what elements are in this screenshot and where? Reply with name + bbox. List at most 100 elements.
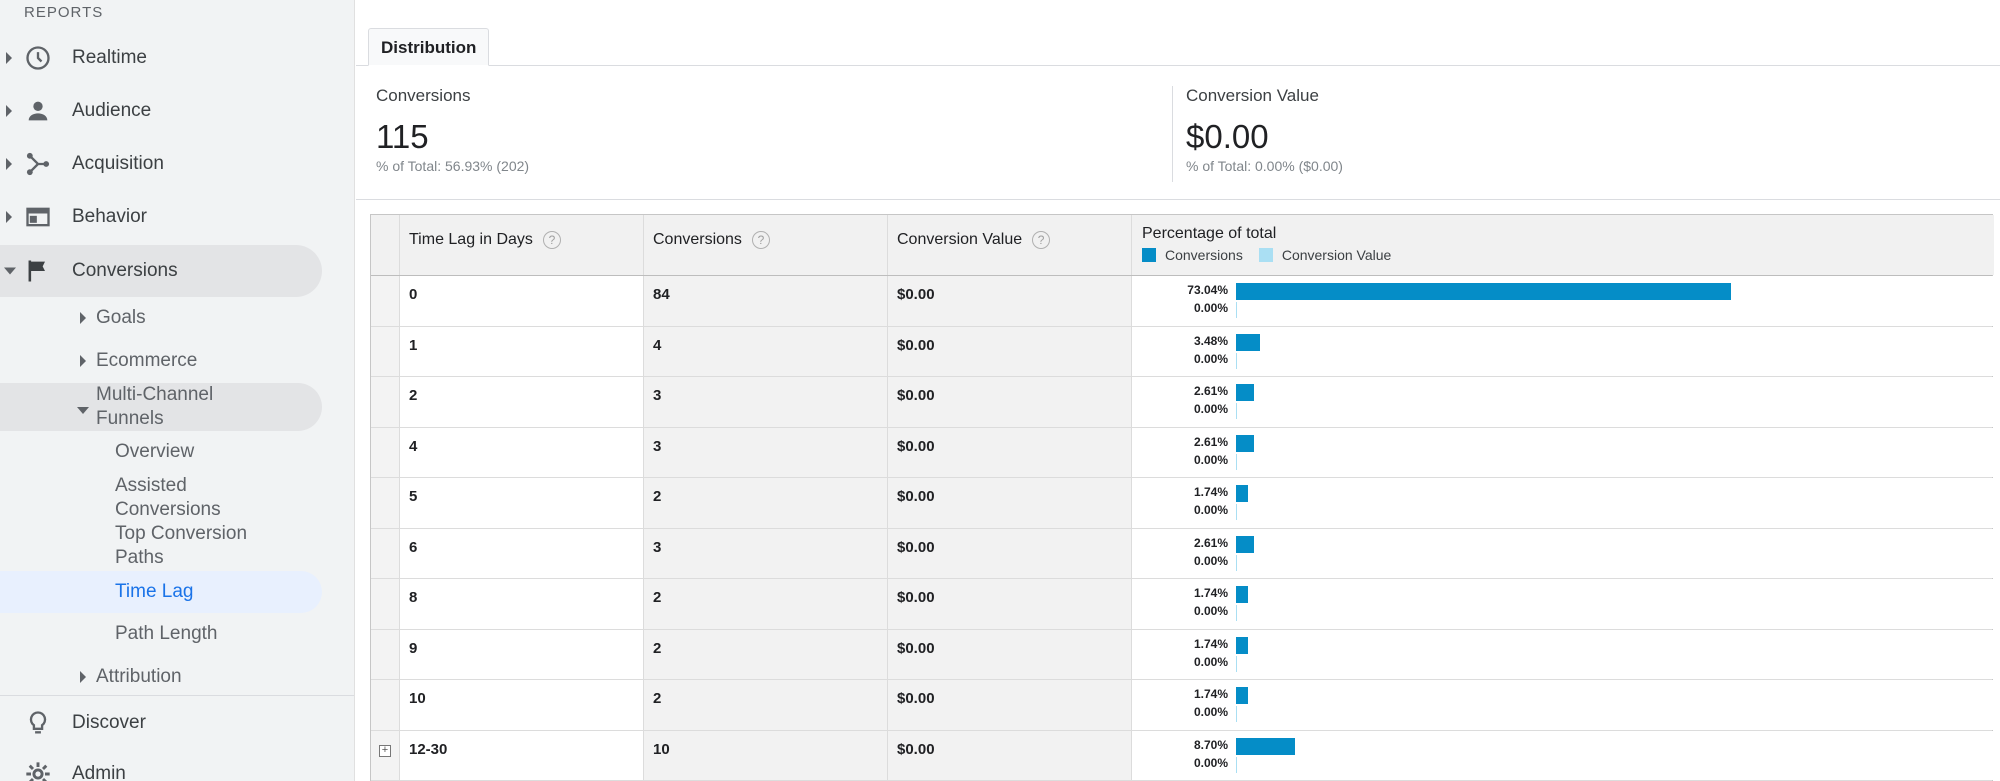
nav-label: Acquisition: [72, 153, 164, 174]
conversion-value-value: $0.00: [897, 639, 935, 657]
reports-section-header: REPORTS: [24, 4, 104, 21]
nav-label: Audience: [72, 100, 152, 121]
pct-conversions-label: 2.61%: [1193, 535, 1228, 550]
conversions-bar: [1236, 535, 1254, 553]
flag-icon: [28, 260, 45, 282]
cell-conversion-value: $0.00: [888, 680, 1132, 730]
legend: Conversions Conversion Value: [1142, 247, 1407, 263]
nav-time-lag[interactable]: Time Lag: [0, 571, 322, 613]
nav-label: Discover: [72, 712, 146, 733]
conversions-bar: [1236, 485, 1248, 502]
summary-panel: Conversions 115 % of Total: 56.93% (202)…: [356, 66, 2000, 200]
nav-discover[interactable]: Discover: [0, 698, 354, 748]
conversions-bar: [1236, 333, 1260, 351]
nav-admin[interactable]: Admin: [0, 749, 354, 781]
metric-label: Conversions: [376, 86, 471, 105]
conversion-value-bar: [1236, 605, 1237, 621]
pct-conversions-label: 2.61%: [1193, 384, 1228, 398]
table-row: 8 2 $0.00 1.74% 0.00%: [371, 579, 1994, 630]
table-row: 5 2 $0.00 1.74% 0.00%: [371, 478, 1994, 529]
cell-conversions: 2: [644, 680, 888, 730]
conversion-value-bar: [1236, 655, 1237, 672]
nav-label: Attribution: [96, 666, 182, 687]
header-label: Conversions: [653, 231, 742, 248]
cell-percentage: 1.74% 0.00%: [1132, 629, 1994, 679]
conversions-value: 84: [653, 286, 670, 303]
expand-caret-icon: [6, 158, 12, 170]
legend-label: Conversion Value: [1281, 247, 1392, 263]
help-icon[interactable]: ?: [751, 231, 770, 249]
nav-assisted-conversions[interactable]: Assisted Conversions: [115, 474, 255, 522]
header-time-lag[interactable]: Time Lag in Days?: [400, 215, 644, 275]
expand-caret-icon: [6, 105, 12, 117]
conversion-value-value: $0.00: [897, 488, 935, 505]
header-percentage: Percentage of total Conversions Conversi…: [1132, 215, 1994, 275]
gear-icon: [26, 762, 50, 781]
conversion-value-value: $0.00: [897, 589, 935, 606]
cell-percentage: 2.61% 0.00%: [1132, 427, 1994, 477]
cell-time-lag: 10: [400, 680, 644, 730]
expand-caret-icon: [80, 355, 86, 367]
expand-caret-icon: [80, 671, 86, 683]
conversions-value: 4: [653, 336, 662, 354]
cell-percentage: 1.74% 0.00%: [1132, 478, 1994, 528]
cell-conversions: 3: [644, 528, 888, 578]
conversions-value: 2: [653, 589, 662, 606]
conversions-value: 2: [653, 690, 662, 707]
collapse-caret-icon: [77, 407, 89, 414]
cell-time-lag: 6: [400, 528, 644, 578]
metric-conversions: Conversions 115 % of Total: 56.93% (202): [376, 86, 529, 174]
time-lag-value: 9: [409, 639, 418, 657]
expand-caret-icon: [6, 211, 12, 223]
cell-percentage: 73.04% 0.00%: [1132, 276, 1994, 326]
cell-time-lag: 4: [400, 427, 644, 477]
nav-label: Goals: [96, 307, 146, 328]
conversion-value-value: $0.00: [897, 387, 935, 404]
header-conversion-value[interactable]: Conversion Value?: [888, 215, 1132, 275]
nav-audience[interactable]: Audience: [0, 86, 354, 136]
nav-path-length[interactable]: Path Length: [115, 622, 325, 646]
collapse-caret-icon: [4, 267, 16, 275]
metric-conversion-value: Conversion Value $0.00 % of Total: 0.00%…: [1186, 86, 1343, 174]
cell-percentage: 1.74% 0.00%: [1132, 579, 1994, 629]
pct-value-label: 0.00%: [1193, 755, 1228, 770]
metric-divider: [1172, 86, 1173, 182]
conversion-value-value: $0.00: [897, 286, 935, 303]
conversions-value: 3: [653, 437, 662, 455]
time-lag-value: 12-30: [409, 740, 448, 758]
nav-top-conversion-paths[interactable]: Top Conversion Paths: [115, 522, 265, 570]
tab-distribution[interactable]: Distribution: [368, 28, 490, 66]
row-expand-cell: [371, 629, 400, 679]
cell-conversions: 2: [644, 478, 888, 528]
nav-conversions[interactable]: Conversions: [0, 245, 322, 297]
expand-row-icon[interactable]: +: [379, 744, 391, 757]
conversion-value-bar: [1236, 504, 1237, 520]
nav-goals[interactable]: Goals: [0, 306, 322, 330]
help-icon[interactable]: ?: [542, 231, 561, 249]
nav-multi-channel-funnels[interactable]: Multi-Channel Funnels: [0, 383, 322, 431]
legend-swatch: [1258, 248, 1273, 262]
cell-conversion-value: $0.00: [888, 579, 1132, 629]
conversion-value-bar: [1236, 554, 1237, 571]
table-row: +12-30 10 $0.00 8.70% 0.00%: [371, 730, 1994, 781]
nav-realtime[interactable]: Realtime: [0, 33, 354, 83]
nav-ecommerce[interactable]: Ecommerce: [0, 349, 322, 373]
pct-conversions-label: 1.74%: [1193, 485, 1228, 499]
nav-overview[interactable]: Overview: [115, 440, 325, 464]
table-body: 0 84 $0.00 73.04% 0.00% 1 4 $0.00 3.48% 0.00% 2 3 $0…: [371, 276, 1994, 781]
conversion-value-bar: [1236, 352, 1237, 369]
metric-value: 115: [376, 118, 429, 155]
nav-behavior[interactable]: Behavior: [0, 192, 354, 242]
cell-conversion-value: $0.00: [888, 377, 1132, 427]
help-icon[interactable]: ?: [1032, 231, 1051, 249]
conversions-bar: [1236, 586, 1248, 603]
main-content: Distribution Conversions 115 % of Total:…: [356, 0, 2000, 781]
nav-attribution[interactable]: Attribution: [0, 665, 322, 689]
pct-conversions-label: 1.74%: [1193, 636, 1228, 651]
pct-value-label: 0.00%: [1193, 654, 1228, 669]
conversion-value-value: $0.00: [897, 336, 935, 354]
metric-subtext: % of Total: 56.93% (202): [376, 158, 530, 174]
table-row: 0 84 $0.00 73.04% 0.00%: [371, 276, 1994, 327]
header-conversions[interactable]: Conversions?: [644, 215, 888, 275]
nav-acquisition[interactable]: Acquisition: [0, 139, 354, 189]
